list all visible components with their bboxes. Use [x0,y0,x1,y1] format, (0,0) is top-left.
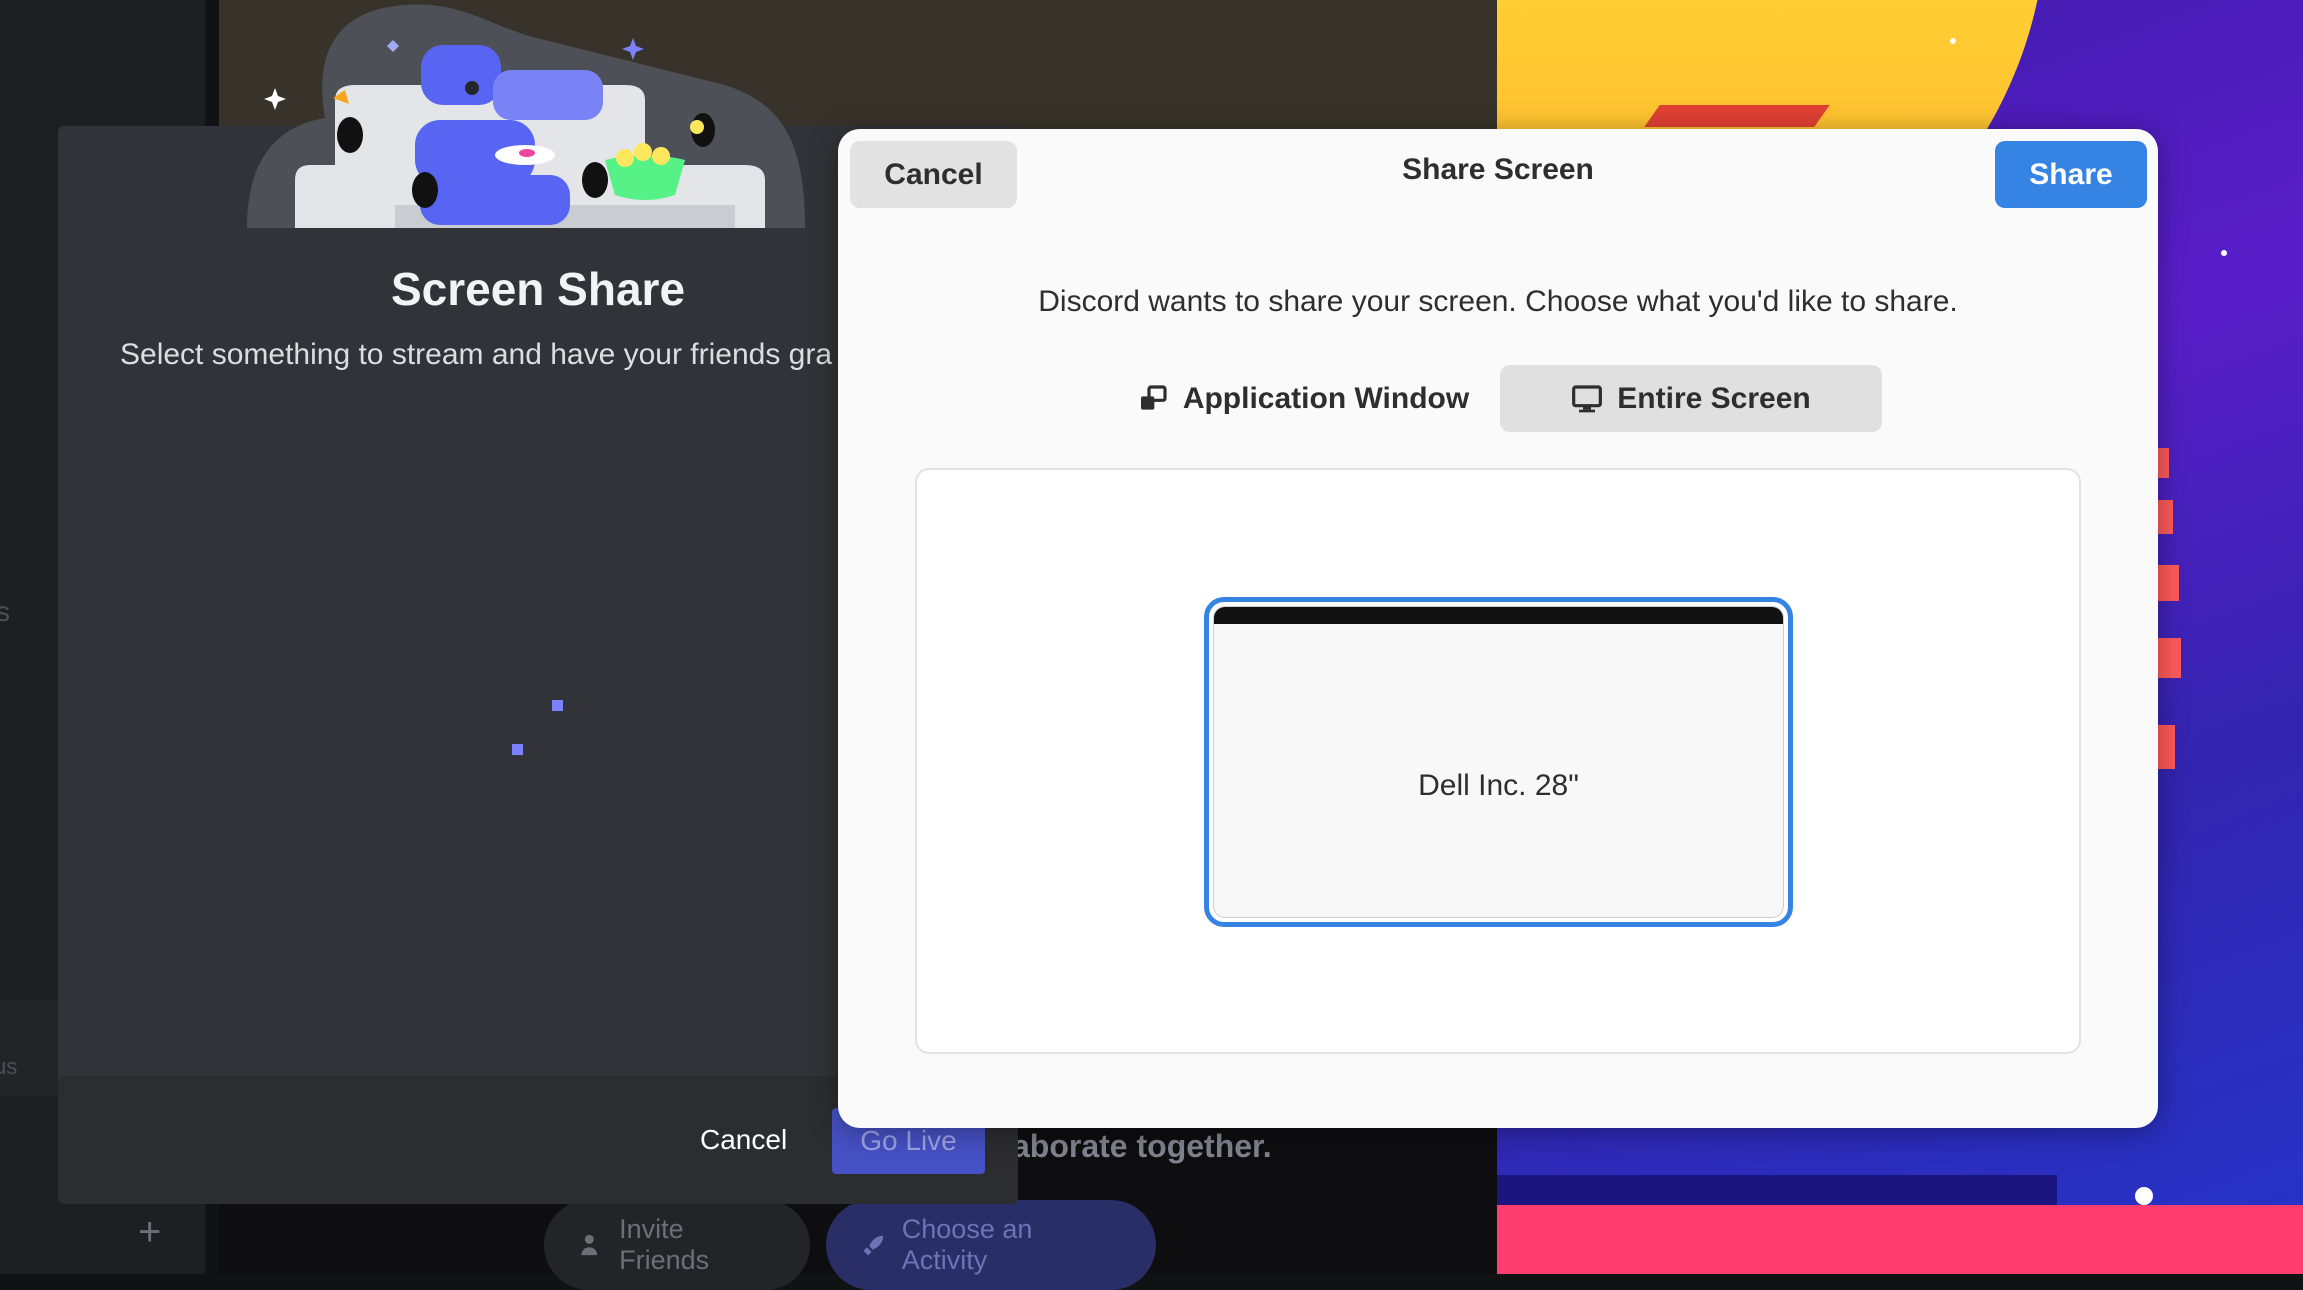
monitor-preview: Dell Inc. 28" [1213,606,1784,918]
rocket-icon [863,1235,884,1256]
monitor-label: Dell Inc. 28" [1418,769,1579,802]
screen-share-illustration [247,4,805,228]
monitor-icon [1572,384,1603,412]
choose-activity-label: Choose an Activity [901,1214,1033,1275]
tab-application-window-label: Application Window [1182,381,1470,415]
dialog-description: Discord wants to share your screen. Choo… [1038,285,1958,318]
loading-spinner-dot [552,700,563,711]
discord-cancel-button[interactable]: Cancel [700,1124,787,1156]
invite-friends-label: Invite Friends [619,1214,710,1275]
monitor-preview-topbar [1214,607,1783,624]
share-button[interactable]: Share [1995,141,2147,208]
wallpaper-stripe [2155,725,2175,769]
star [2221,250,2227,256]
wallpaper-sun-stripe [1644,105,1830,127]
share-screen-dialog: Cancel Share Screen Share Discord wants … [838,129,2158,1128]
wallpaper-horizon [1497,1175,2057,1209]
choose-activity-button[interactable]: Choose an Activity [826,1200,1156,1290]
monitor-option[interactable]: Dell Inc. 28" [1204,597,1793,927]
tab-application-window[interactable]: Application Window [1121,365,1485,432]
wallpaper-ground [1497,1205,2303,1274]
star [1950,38,1956,44]
channel-label-stub: s [0,596,10,627]
application-window-icon [1140,384,1167,410]
status-label-stub: us [0,1054,18,1079]
star [2135,1187,2153,1205]
add-button[interactable]: + [138,1212,161,1252]
dialog-title: Share Screen [1402,153,1594,186]
wallpaper-stripe [2155,565,2179,601]
collaborate-text: aborate together. [1012,1128,1272,1164]
user-add-icon [581,1234,598,1256]
tab-entire-screen-label: Entire Screen [1617,381,1811,415]
loading-spinner-dot [512,744,523,755]
wallpaper-stripe [2155,638,2181,678]
tab-entire-screen[interactable]: Entire Screen [1500,365,1882,432]
invite-friends-button[interactable]: Invite Friends [544,1200,810,1290]
